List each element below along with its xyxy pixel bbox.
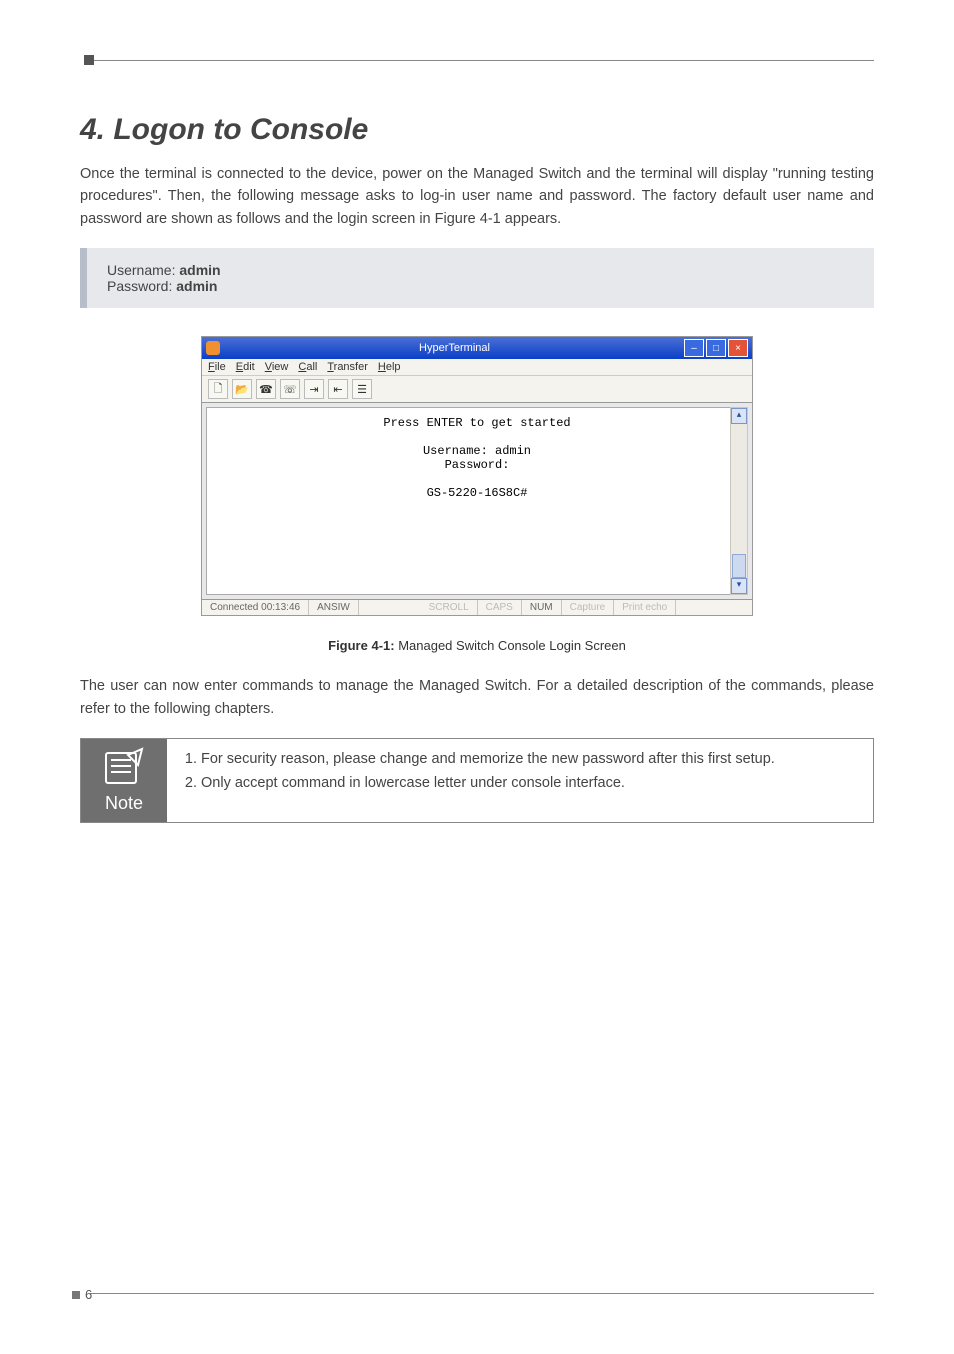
open-icon[interactable]: 📂 — [232, 379, 252, 399]
figure-caption-text: Managed Switch Console Login Screen — [395, 638, 626, 653]
username-line: Username: admin — [107, 262, 854, 278]
connect-icon[interactable]: ☎ — [256, 379, 276, 399]
intro-paragraph: Once the terminal is connected to the de… — [80, 163, 874, 230]
page-number: 6 — [85, 1287, 92, 1302]
status-num: NUM — [522, 600, 562, 615]
note-label: Note — [105, 793, 143, 814]
username-label: Username: — [107, 262, 179, 278]
toolbar: 🗋 📂 ☎ ☏ ⇥ ⇤ ☰ — [202, 375, 752, 403]
password-value: admin — [176, 278, 217, 294]
maximize-button[interactable]: □ — [706, 339, 726, 357]
new-icon[interactable]: 🗋 — [208, 379, 228, 399]
menu-edit[interactable]: Edit — [236, 361, 255, 373]
footer-rule: 6 — [90, 1293, 874, 1294]
terminal-output[interactable]: Press ENTER to get started Username: adm… — [206, 407, 748, 595]
note-badge: Note — [81, 739, 167, 822]
note-item-2: Only accept command in lowercase letter … — [201, 773, 857, 795]
figure-caption-bold: Figure 4-1: — [328, 638, 394, 653]
window-title: HyperTerminal — [225, 342, 684, 354]
figure-caption: Figure 4-1: Managed Switch Console Login… — [80, 638, 874, 653]
scroll-up-icon[interactable]: ▴ — [731, 408, 747, 424]
username-value: admin — [179, 262, 220, 278]
resize-grip-icon[interactable] — [738, 600, 752, 615]
header-rule — [90, 60, 874, 73]
note-item-1: For security reason, please change and m… — [201, 749, 857, 771]
disconnect-icon[interactable]: ☏ — [280, 379, 300, 399]
properties-icon[interactable]: ☰ — [352, 379, 372, 399]
status-scroll: SCROLL — [421, 600, 478, 615]
scroll-down-icon[interactable]: ▾ — [731, 578, 747, 594]
terminal-area: Press ENTER to get started Username: adm… — [202, 403, 752, 599]
status-encoding: ANSIW — [309, 600, 359, 615]
menu-help[interactable]: Help — [378, 361, 401, 373]
statusbar: Connected 00:13:46 ANSIW SCROLL CAPS NUM… — [202, 599, 752, 615]
menu-view[interactable]: View — [265, 361, 289, 373]
scroll-thumb[interactable] — [732, 554, 746, 578]
note-content: For security reason, please change and m… — [167, 739, 873, 822]
status-capture: Capture — [562, 600, 615, 615]
password-line: Password: admin — [107, 278, 854, 294]
note-icon — [102, 747, 146, 787]
footer: 6 — [0, 1293, 954, 1294]
receive-icon[interactable]: ⇤ — [328, 379, 348, 399]
menubar: File Edit View Call Transfer Help — [202, 359, 752, 375]
hyperterminal-window: HyperTerminal – □ × File Edit View Call … — [201, 336, 753, 616]
menu-file[interactable]: File — [208, 361, 226, 373]
send-icon[interactable]: ⇥ — [304, 379, 324, 399]
status-caps: CAPS — [478, 600, 522, 615]
header-square-icon — [84, 55, 94, 65]
minimize-button[interactable]: – — [684, 339, 704, 357]
footer-square-icon — [72, 1291, 80, 1299]
menu-call[interactable]: Call — [298, 361, 317, 373]
password-label: Password: — [107, 278, 176, 294]
figure-wrap: HyperTerminal – □ × File Edit View Call … — [80, 336, 874, 616]
scrollbar[interactable]: ▴ ▾ — [730, 407, 748, 595]
status-printecho: Print echo — [614, 600, 676, 615]
close-button[interactable]: × — [728, 339, 748, 357]
menu-transfer[interactable]: Transfer — [327, 361, 368, 373]
after-figure-paragraph: The user can now enter commands to manag… — [80, 675, 874, 720]
note-box: Note For security reason, please change … — [80, 738, 874, 823]
titlebar: HyperTerminal – □ × — [202, 337, 752, 359]
status-connected: Connected 00:13:46 — [202, 600, 309, 615]
credentials-box: Username: admin Password: admin — [80, 248, 874, 308]
app-icon — [206, 341, 220, 355]
page-heading: 4. Logon to Console — [80, 113, 874, 147]
